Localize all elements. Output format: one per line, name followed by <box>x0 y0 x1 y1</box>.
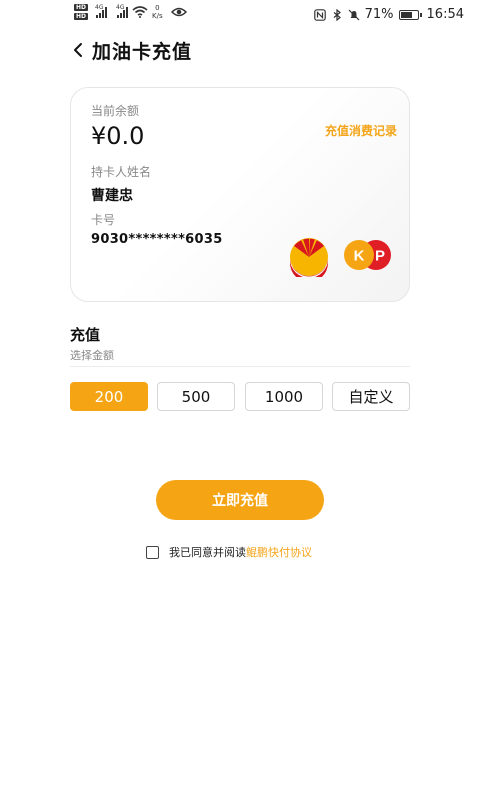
recharge-subtitle: 选择金额 <box>70 349 114 362</box>
balance-value: ¥0.0 <box>91 122 145 150</box>
amount-options: 200 500 1000 自定义 <box>70 382 410 411</box>
page-title: 加油卡充值 <box>92 41 193 63</box>
net-speed-value: 0 <box>155 4 160 12</box>
back-arrow-icon[interactable] <box>72 42 84 58</box>
status-left-group: HD HD 4G 4G 0 K/s <box>74 4 187 20</box>
hd-badge-2: HD <box>74 13 89 20</box>
nfc-icon <box>313 8 326 21</box>
amount-option-500[interactable]: 500 <box>157 382 235 411</box>
amount-option-200[interactable]: 200 <box>70 382 148 411</box>
kp-logo-p: P <box>375 248 385 265</box>
status-bar: HD HD 4G 4G 0 K/s 71% 16:54 <box>0 0 480 30</box>
status-right-group: 71% 16:54 <box>313 7 464 22</box>
balance-label: 当前余额 <box>91 104 140 118</box>
divider <box>70 366 410 367</box>
eye-icon <box>170 7 187 17</box>
header: 加油卡充值 <box>0 30 480 70</box>
battery-icon <box>398 9 422 20</box>
amount-option-custom[interactable]: 自定义 <box>332 382 410 411</box>
card-number-label: 卡号 <box>91 213 116 227</box>
agreement-text: 我已同意并阅读 <box>169 546 246 559</box>
bluetooth-icon <box>333 8 341 21</box>
signal-icon-1: 4G <box>95 4 108 18</box>
battery-percent: 71% <box>364 7 394 22</box>
holder-label: 持卡人姓名 <box>91 165 152 179</box>
fuel-card: 当前余额 ¥0.0 充值消费记录 持卡人姓名 曹建忠 卡号 9030******… <box>70 87 410 302</box>
signal-icon-2: 4G <box>116 4 129 18</box>
agreement-link[interactable]: 鲲鹏快付协议 <box>246 544 312 560</box>
holder-name: 曹建忠 <box>91 188 133 204</box>
recharge-record-link[interactable]: 充值消费记录 <box>325 122 397 139</box>
wifi-icon <box>132 6 148 18</box>
recharge-title: 充值 <box>70 326 101 344</box>
kp-logo-icon: K P <box>343 239 393 271</box>
net-speed-unit: K/s <box>152 12 163 20</box>
hd-indicator: HD HD <box>74 4 89 20</box>
bell-off-icon <box>348 9 360 20</box>
net-speed: 0 K/s <box>152 4 163 20</box>
amount-option-1000[interactable]: 1000 <box>245 382 323 411</box>
petrochina-logo-icon <box>290 238 328 277</box>
clock: 16:54 <box>426 7 464 22</box>
kp-logo-k: K <box>354 248 365 265</box>
agreement-checkbox[interactable] <box>146 545 159 559</box>
agreement-row: 我已同意并阅读 鲲鹏快付协议 <box>146 544 312 560</box>
card-number: 9030********6035 <box>91 232 223 247</box>
hd-badge-1: HD <box>74 4 89 11</box>
recharge-now-button[interactable]: 立即充值 <box>156 480 324 520</box>
